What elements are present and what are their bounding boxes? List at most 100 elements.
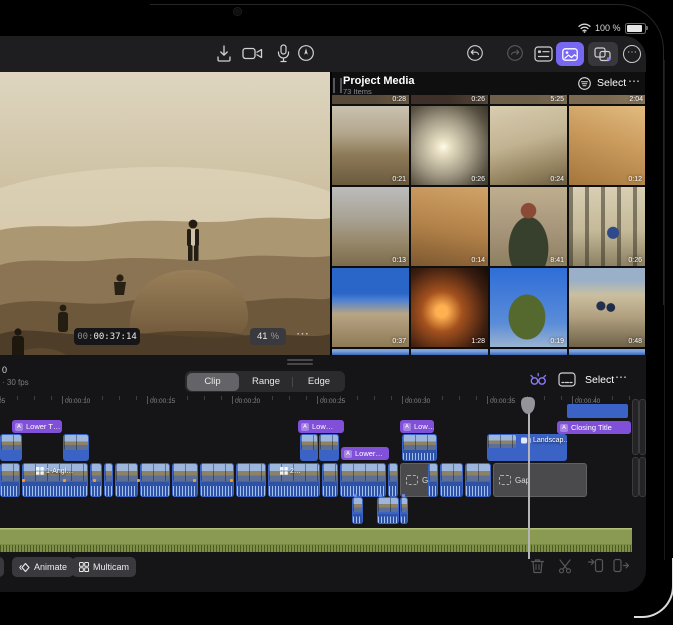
timeline-ruler[interactable] [0,396,632,400]
media-thumbnail[interactable]: 1:28 [411,268,488,347]
zoom-level[interactable]: 41 % [250,328,286,345]
mode-edge[interactable]: Edge [293,376,345,387]
timeline-select-button[interactable]: Select [585,374,614,386]
media-thumbnail[interactable]: 0:28 [332,95,409,104]
storyline-clip[interactable] [104,463,113,497]
marker[interactable] [193,479,196,482]
connected-clip[interactable] [402,434,437,461]
more-options-icon[interactable]: ⋯ [623,45,641,63]
undo-icon[interactable] [466,44,486,64]
import-icon[interactable] [215,44,235,64]
storyline-clip[interactable] [440,463,463,497]
title-clip[interactable]: A Lower T… [12,420,62,433]
playhead-line[interactable] [528,397,530,559]
clip-label: Low… [414,422,434,431]
music-clip[interactable] [0,528,632,552]
media-thumbnail[interactable]: 8:41 [490,187,567,266]
media-select-button[interactable]: Select [597,77,626,89]
microphone-icon[interactable] [277,44,297,64]
storyline-clip[interactable] [340,463,386,497]
connected-clip[interactable] [319,434,339,461]
title-clip-closing[interactable]: A Closing Title [557,421,631,434]
front-camera [234,8,241,15]
zoom-unit: % [271,331,279,342]
title-clip[interactable]: A Low… [400,420,434,433]
animate-button[interactable]: Animate [12,557,74,577]
timecode-rest: 00:37:14 [93,332,136,342]
media-thumbnail[interactable]: 0:14 [411,187,488,266]
connected-clip[interactable] [567,404,628,418]
clip-appearance-icon[interactable] [558,372,576,387]
marker[interactable] [63,479,66,482]
storyline-clip-multicam[interactable]: 1-Angl… [22,463,88,497]
storyline-clip[interactable] [140,463,170,497]
connected-clip[interactable] [300,434,318,461]
filter-icon[interactable] [578,77,591,90]
media-thumbnail[interactable]: 0:26 [411,95,488,104]
video-viewer[interactable] [0,72,330,355]
media-browser-button[interactable] [556,42,584,66]
enhance-icon[interactable] [528,371,548,388]
storyline-clip[interactable] [236,463,266,497]
title-icon: A [560,424,568,432]
storyline-clip[interactable] [428,463,438,497]
music-waveform [0,544,632,552]
clip-duration: 8:41 [550,257,564,264]
title-clip[interactable]: A Lower… [341,447,389,460]
marker[interactable] [93,479,96,482]
storyline-clip[interactable] [388,463,398,497]
multicam-button[interactable]: Multicam [72,557,136,577]
playhead-handle[interactable] [521,397,535,414]
connected-clip-below[interactable] [377,497,399,524]
connected-clip-below[interactable] [400,497,408,524]
camera-icon[interactable] [242,44,262,64]
storyline-clip[interactable] [322,463,338,497]
storyline-clip-multicam[interactable]: 2… [268,463,320,497]
mode-clip[interactable]: Clip [187,373,239,391]
media-thumbnail[interactable]: 0:48 [569,268,645,347]
timeline-scrollbar[interactable] [632,399,639,455]
marker[interactable] [230,479,233,482]
media-thumbnail[interactable]: 0:24 [490,106,567,185]
inspector-icon[interactable] [534,46,554,66]
marker[interactable] [22,479,25,482]
clip-duration: 0:14 [471,257,485,264]
storyline-clip[interactable] [0,463,20,497]
media-thumbnail[interactable]: 0:26 [569,187,645,266]
media-thumbnail[interactable]: 0:19 [490,268,567,347]
timeline-scrollbar[interactable] [632,457,639,497]
timeline-scrollbar[interactable] [639,399,646,455]
timeline-drag-handle[interactable] [287,363,313,365]
effects-button[interactable] [588,42,618,66]
media-thumbnail[interactable]: 0:21 [332,106,409,185]
pencil-tool-icon[interactable] [297,44,317,64]
media-thumbnail[interactable]: 0:12 [569,106,645,185]
clip-duration: 0:26 [471,96,485,103]
media-thumbnail[interactable]: 2:04 [569,95,645,104]
timecode-display[interactable]: 00:00:37:14 [74,328,140,345]
connected-clip[interactable] [63,434,89,461]
timeline-scrollbar[interactable] [639,457,646,497]
media-thumbnail[interactable]: 5:25 [490,95,567,104]
clip-label: 2… [290,468,301,475]
panel-drag-handle[interactable] [333,78,342,93]
media-thumbnail[interactable]: 0:37 [332,268,409,347]
mode-range[interactable]: Range [240,376,292,387]
connected-clip[interactable] [0,434,22,461]
storyline-clip[interactable] [115,463,138,497]
media-thumbnail[interactable]: 0:13 [332,187,409,266]
connected-clip-landscape[interactable]: Landscap… [487,434,567,461]
timeline-more-icon[interactable]: ⋯ [615,370,627,384]
media-thumbnail[interactable]: 0:26 [411,106,488,185]
title-clip[interactable]: A Low… [298,420,344,433]
storyline-clip[interactable] [200,463,234,497]
storyline-clip[interactable] [465,463,491,497]
footer-button-partial[interactable] [0,557,4,577]
marker[interactable] [137,479,140,482]
timeline-drag-handle[interactable] [287,359,313,361]
viewer-more-icon[interactable]: ⋯ [296,326,310,342]
connected-clip-below[interactable] [352,497,363,524]
gap-clip[interactable]: Gap [493,463,587,497]
media-more-icon[interactable]: ⋯ [628,74,640,88]
storyline-clip[interactable] [90,463,102,497]
